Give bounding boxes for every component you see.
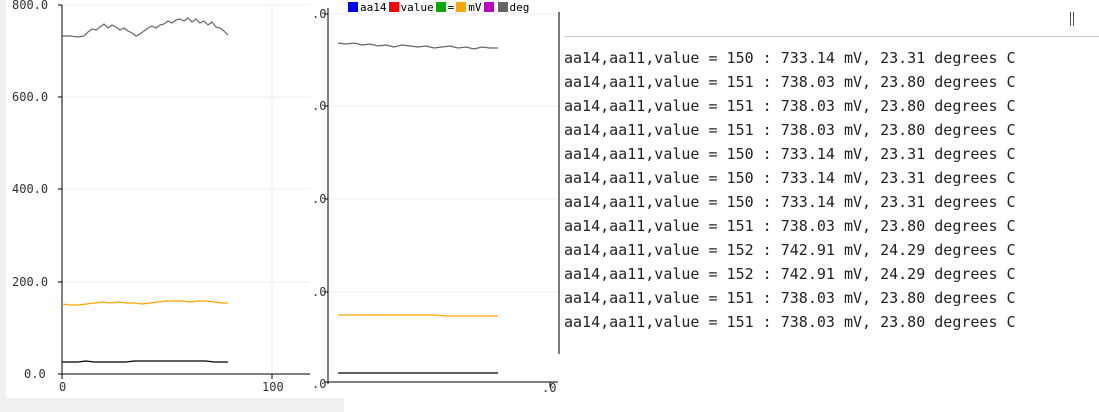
serial-input-underline [564, 36, 1099, 37]
pane-divider[interactable] [558, 12, 560, 354]
serial-line: aa14,aa11,value = 152 : 742.91 mV, 24.29… [564, 241, 1016, 259]
legend-label: deg [509, 0, 530, 14]
serial-line: aa14,aa11,value = 150 : 733.14 mV, 23.31… [564, 49, 1016, 67]
serial-line: aa14,aa11,value = 150 : 733.14 mV, 23.31… [564, 169, 1016, 187]
serial-line: aa14,aa11,value = 151 : 738.03 mV, 23.80… [564, 121, 1016, 139]
serial-line: aa14,aa11,value = 152 : 742.91 mV, 24.29… [564, 265, 1016, 283]
legend-swatch [388, 2, 399, 12]
text-cursor [1070, 12, 1071, 26]
y-tick-label: 0.0 [24, 367, 46, 381]
y-tick-label: 800.0 [12, 0, 48, 12]
legend-swatch [497, 2, 508, 12]
legend-label: = [447, 0, 455, 14]
x-tick-label: 100 [262, 380, 284, 394]
x-tick-label: .0 [542, 381, 556, 395]
horizontal-scrollbar[interactable] [0, 398, 344, 412]
legend-swatch [456, 2, 467, 12]
y-tick-label: 600.0 [12, 90, 48, 104]
legend-swatch [483, 2, 494, 12]
legend-label: value [400, 0, 434, 14]
y-tick-label: .0 [312, 99, 326, 113]
legend-label: aa14 [360, 0, 387, 14]
legend-label: mV [468, 0, 482, 14]
x-tick-label: 0 [59, 380, 66, 394]
plot-left: 800.0 600.0 400.0 200.0 0.0 0 100 [0, 0, 312, 398]
y-tick-label: .0 [312, 285, 326, 299]
serial-line: aa14,aa11,value = 151 : 738.03 mV, 23.80… [564, 217, 1016, 235]
serial-line: aa14,aa11,value = 151 : 738.03 mV, 23.80… [564, 313, 1016, 331]
serial-line: aa14,aa11,value = 151 : 738.03 mV, 23.80… [564, 289, 1016, 307]
plot-mid: .0 .0 .0 .0 .0 .0 [310, 0, 558, 398]
y-tick-label: .0 [312, 192, 326, 206]
serial-line: aa14,aa11,value = 151 : 738.03 mV, 23.80… [564, 73, 1016, 91]
legend-swatch [435, 2, 446, 12]
y-tick-label: .0 [312, 377, 326, 391]
y-tick-label: 400.0 [12, 182, 48, 196]
y-tick-label: 200.0 [12, 275, 48, 289]
serial-line: aa14,aa11,value = 150 : 733.14 mV, 23.31… [564, 145, 1016, 163]
serial-line: aa14,aa11,value = 150 : 733.14 mV, 23.31… [564, 193, 1016, 211]
legend-swatch [348, 2, 358, 12]
left-scroll-margin [0, 0, 6, 398]
text-cursor [1073, 12, 1074, 26]
serial-line: aa14,aa11,value = 151 : 738.03 mV, 23.80… [564, 97, 1016, 115]
serial-output-list: aa14,aa11,value = 150 : 733.14 mV, 23.31… [564, 46, 1016, 334]
plot-legend: aa14 value = mV deg [346, 0, 558, 14]
y-tick-label: .0 [312, 7, 326, 21]
